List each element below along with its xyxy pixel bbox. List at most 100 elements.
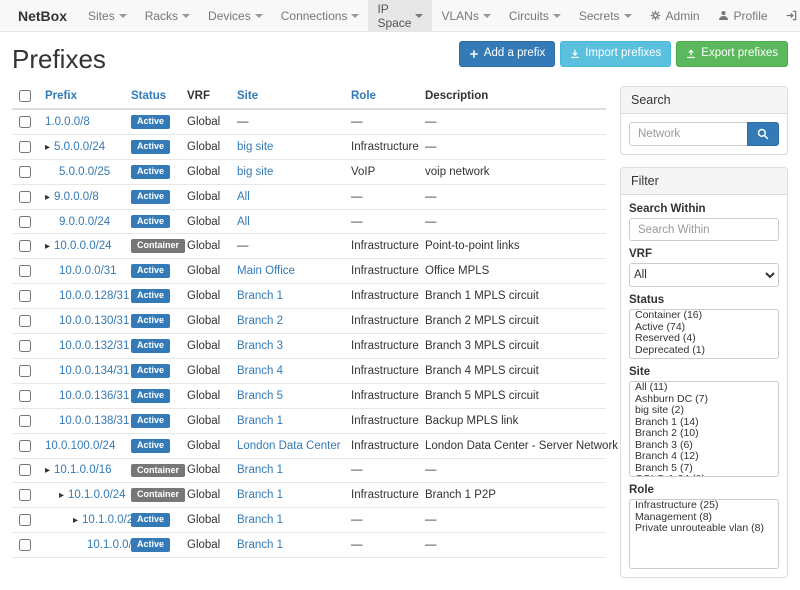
column-header-role[interactable]: Role	[351, 90, 376, 102]
brand-link[interactable]: NetBox	[6, 0, 79, 31]
row-checkbox[interactable]	[19, 464, 31, 476]
search-input[interactable]	[629, 122, 747, 146]
site-link[interactable]: big site	[237, 166, 273, 178]
prefix-link[interactable]: 10.0.100.0/24	[45, 440, 115, 452]
nav-item-profile[interactable]: Profile	[709, 0, 777, 31]
export-prefixes-button[interactable]: Export prefixes	[676, 41, 788, 67]
import-prefixes-button[interactable]: Import prefixes	[560, 41, 671, 67]
listbox-option[interactable]: Branch 4 (12)	[630, 451, 778, 463]
prefix-link[interactable]: 10.1.0.0/24	[68, 489, 126, 501]
site-link[interactable]: Branch 2	[237, 315, 283, 327]
listbox-option[interactable]: Branch 1 (14)	[630, 417, 778, 429]
listbox-option[interactable]: Branch 2 (10)	[630, 428, 778, 440]
nav-item-admin[interactable]: Admin	[641, 0, 709, 31]
add-prefix-button[interactable]: Add a prefix	[459, 41, 555, 67]
row-checkbox[interactable]	[19, 166, 31, 178]
prefix-link[interactable]: 10.0.0.136/31	[59, 390, 129, 402]
row-checkbox[interactable]	[19, 216, 31, 228]
nav-item-vlans[interactable]: VLANs	[432, 0, 499, 31]
site-link[interactable]: Branch 1	[237, 464, 283, 476]
row-checkbox[interactable]	[19, 141, 31, 153]
listbox-option[interactable]: big site (2)	[630, 405, 778, 417]
listbox-option[interactable]: Branch 3 (6)	[630, 440, 778, 452]
status-listbox[interactable]: Container (16)Active (74)Reserved (4)Dep…	[629, 309, 779, 359]
prefix-link[interactable]: 10.0.0.0/31	[59, 265, 117, 277]
listbox-option[interactable]: All (11)	[630, 382, 778, 394]
listbox-option[interactable]: Management (8)	[630, 512, 778, 524]
nav-item-devices[interactable]: Devices	[199, 0, 272, 31]
prefix-link[interactable]: 1.0.0.0/8	[45, 116, 90, 128]
row-checkbox[interactable]	[19, 240, 31, 252]
row-checkbox[interactable]	[19, 415, 31, 427]
listbox-option[interactable]: Private unrouteable vlan (8)	[630, 523, 778, 535]
site-link[interactable]: Branch 1	[237, 415, 283, 427]
site-listbox[interactable]: All (11)Ashburn DC (7)big site (2)Branch…	[629, 381, 779, 477]
prefix-link[interactable]: 9.0.0.0/8	[54, 191, 99, 203]
site-link[interactable]: Branch 4	[237, 365, 283, 377]
listbox-option[interactable]: Active (74)	[630, 322, 778, 334]
prefix-link[interactable]: 5.0.0.0/25	[59, 166, 110, 178]
expand-toggle-icon[interactable]: ▸	[73, 515, 78, 526]
site-link[interactable]: Branch 1	[237, 514, 283, 526]
row-checkbox[interactable]	[19, 265, 31, 277]
row-checkbox[interactable]	[19, 365, 31, 377]
site-link[interactable]: All	[237, 216, 250, 228]
nav-item-sites[interactable]: Sites	[79, 0, 136, 31]
listbox-option[interactable]: Reserved (4)	[630, 333, 778, 345]
row-checkbox[interactable]	[19, 315, 31, 327]
nav-item-secrets[interactable]: Secrets	[570, 0, 641, 31]
prefix-link[interactable]: 10.0.0.128/31	[59, 290, 129, 302]
row-checkbox[interactable]	[19, 489, 31, 501]
nav-item-ip-space[interactable]: IP Space	[368, 0, 432, 31]
listbox-option[interactable]: Deprecated (1)	[630, 345, 778, 357]
role-listbox[interactable]: Infrastructure (25)Management (8)Private…	[629, 499, 779, 569]
prefix-link[interactable]: 10.0.0.138/31	[59, 415, 129, 427]
listbox-option[interactable]: Ashburn DC (7)	[630, 394, 778, 406]
row-checkbox[interactable]	[19, 290, 31, 302]
nav-item-racks[interactable]: Racks	[136, 0, 199, 31]
search-button[interactable]	[747, 122, 779, 146]
prefix-link[interactable]: 10.0.0.132/31	[59, 340, 129, 352]
listbox-option[interactable]: Container (16)	[630, 310, 778, 322]
row-checkbox[interactable]	[19, 440, 31, 452]
prefix-link[interactable]: 10.0.0.134/31	[59, 365, 129, 377]
nav-item-logout[interactable]: Log out	[777, 0, 800, 31]
row-checkbox[interactable]	[19, 390, 31, 402]
site-link[interactable]: big site	[237, 141, 273, 153]
site-link[interactable]: All	[237, 191, 250, 203]
listbox-option[interactable]: Branch 5 (7)	[630, 463, 778, 475]
row-checkbox[interactable]	[19, 514, 31, 526]
prefix-link[interactable]: 5.0.0.0/24	[54, 141, 105, 153]
site-link[interactable]: London Data Center	[237, 440, 341, 452]
site-link[interactable]: Branch 3	[237, 340, 283, 352]
column-header-site[interactable]: Site	[237, 90, 258, 102]
prefix-link[interactable]: 10.0.0.130/31	[59, 315, 129, 327]
prefix-link[interactable]: 10.1.0.0/16	[54, 464, 112, 476]
site-link[interactable]: Branch 1	[237, 539, 283, 551]
expand-toggle-icon[interactable]: ▸	[45, 241, 50, 252]
search-within-input[interactable]	[629, 218, 779, 241]
row-checkbox[interactable]	[19, 191, 31, 203]
listbox-option[interactable]: Infrastructure (25)	[630, 500, 778, 512]
site-link[interactable]: Branch 5	[237, 390, 283, 402]
prefix-link[interactable]: 10.0.0.0/24	[54, 240, 112, 252]
nav-item-circuits[interactable]: Circuits	[500, 0, 570, 31]
nav-item-connections[interactable]: Connections	[272, 0, 369, 31]
expand-toggle-icon[interactable]: ▸	[45, 192, 50, 203]
site-link[interactable]: Branch 1	[237, 489, 283, 501]
row-checkbox[interactable]	[19, 539, 31, 551]
filter-panel: Filter Search Within VRF All Status Cont…	[620, 167, 788, 578]
row-checkbox[interactable]	[19, 340, 31, 352]
expand-toggle-icon[interactable]: ▸	[45, 465, 50, 476]
expand-toggle-icon[interactable]: ▸	[59, 490, 64, 501]
select-all-checkbox[interactable]	[19, 90, 31, 102]
prefix-link[interactable]: 9.0.0.0/24	[59, 216, 110, 228]
site-link[interactable]: Main Office	[237, 265, 295, 277]
column-header-status[interactable]: Status	[131, 90, 166, 102]
listbox-option[interactable]: COLO-1-24 (8)	[630, 474, 778, 477]
column-header-prefix[interactable]: Prefix	[45, 90, 77, 102]
site-link[interactable]: Branch 1	[237, 290, 283, 302]
row-checkbox[interactable]	[19, 116, 31, 128]
vrf-select[interactable]: All	[629, 263, 779, 287]
expand-toggle-icon[interactable]: ▸	[45, 142, 50, 153]
